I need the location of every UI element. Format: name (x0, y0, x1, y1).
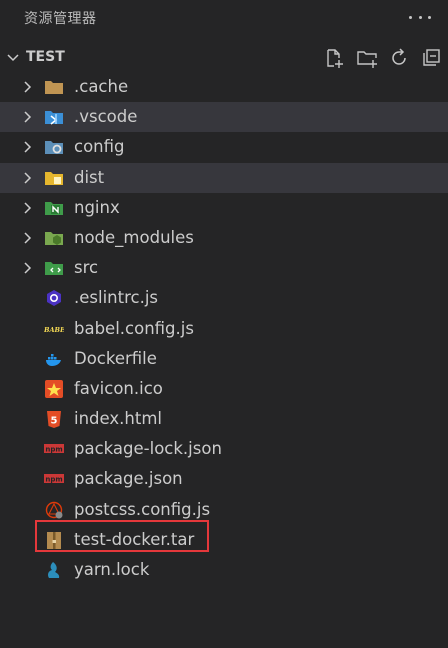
tree-item-label: nginx (74, 197, 120, 217)
tree-file-row[interactable]: Dockerfile (0, 344, 448, 374)
tree-item-label: dist (74, 167, 105, 187)
vscode-folder-icon (45, 111, 63, 125)
more-icon[interactable] (406, 6, 434, 28)
tree-item-label: favicon.ico (74, 378, 163, 398)
config-folder-icon (45, 141, 63, 155)
tree-item-label: package.json (74, 469, 183, 489)
refresh-icon[interactable] (387, 46, 411, 70)
tree-folder-row[interactable]: node_modules (0, 223, 448, 253)
tree-file-row[interactable]: 5 index.html (0, 404, 448, 434)
chevron-right-icon[interactable] (20, 201, 34, 215)
chevron-right-icon[interactable] (20, 261, 34, 275)
chevron-right-icon[interactable] (20, 171, 34, 185)
tree-file-row[interactable]: yarn.lock (0, 555, 448, 585)
npm-icon: npm (44, 444, 64, 454)
src-folder-icon (45, 262, 63, 276)
tree-folder-row[interactable]: .cache (0, 72, 448, 102)
dist-folder-icon (45, 171, 63, 185)
tree-item-label: .eslintrc.js (74, 288, 159, 308)
tree-item-label: package-lock.json (74, 439, 222, 459)
chevron-right-icon[interactable] (20, 80, 34, 94)
archive-icon (47, 531, 61, 549)
svg-text:5: 5 (51, 416, 58, 427)
tree-item-label: Dockerfile (74, 348, 157, 368)
tree-file-row[interactable]: postcss.config.js (0, 495, 448, 525)
postcss-icon (45, 501, 63, 519)
tree-item-label: node_modules (74, 227, 194, 247)
svg-text:npm: npm (45, 476, 62, 484)
html5-icon: 5 (47, 411, 61, 429)
star-icon (45, 379, 63, 398)
tree-file-row[interactable]: favicon.ico (0, 374, 448, 404)
tree-folder-row[interactable]: dist (0, 162, 448, 193)
workspace-section-header[interactable]: TEST (0, 45, 448, 71)
eslint-icon (47, 290, 61, 307)
chevron-right-icon[interactable] (20, 140, 34, 154)
tree-item-label: postcss.config.js (74, 499, 211, 519)
tree-folder-row[interactable]: config (0, 132, 448, 162)
explorer-header: 资源管理器 (0, 0, 448, 36)
tree-item-label: .cache (74, 77, 129, 96)
workspace-title: TEST (26, 49, 65, 65)
babel-icon: BABEL (44, 326, 64, 334)
nginx-folder-icon (45, 201, 63, 215)
collapse-all-icon[interactable] (419, 46, 443, 70)
new-file-icon[interactable] (322, 46, 346, 70)
chevron-down-icon (7, 54, 19, 62)
tree-file-row[interactable]: BABEL babel.config.js (0, 314, 448, 344)
tree-folder-row[interactable]: .vscode (0, 102, 448, 133)
tree-folder-row[interactable]: nginx (0, 193, 448, 223)
new-folder-icon[interactable] (355, 46, 379, 70)
docker-icon (46, 353, 61, 366)
tree-file-row[interactable]: .eslintrc.js (0, 283, 448, 313)
svg-text:BABEL: BABEL (44, 326, 64, 334)
folder-icon (45, 81, 63, 94)
chevron-right-icon[interactable] (20, 231, 34, 245)
node-folder-icon (45, 231, 63, 245)
tree-item-label: .vscode (74, 107, 138, 127)
tree-item-label: src (74, 258, 99, 278)
tree-item-label: index.html (74, 409, 162, 429)
explorer-title: 资源管理器 (24, 11, 97, 27)
chevron-right-icon[interactable] (20, 110, 34, 124)
tree-file-row[interactable]: npm package-lock.json (0, 434, 448, 464)
tree-item-label: config (74, 137, 125, 157)
file-tree: .cache .vscode config dist nginx node_modules… (0, 72, 448, 585)
tree-folder-row[interactable]: src (0, 253, 448, 283)
tree-item-label: babel.config.js (74, 318, 194, 338)
tree-item-label: test-docker.tar (74, 529, 195, 549)
npm-icon: npm (44, 474, 64, 484)
yarn-icon (48, 562, 60, 578)
tree-file-row[interactable]: npm package.json (0, 464, 448, 494)
tree-item-label: yarn.lock (74, 560, 150, 579)
tree-file-row[interactable]: test-docker.tar (0, 525, 448, 555)
svg-text:npm: npm (45, 446, 62, 454)
